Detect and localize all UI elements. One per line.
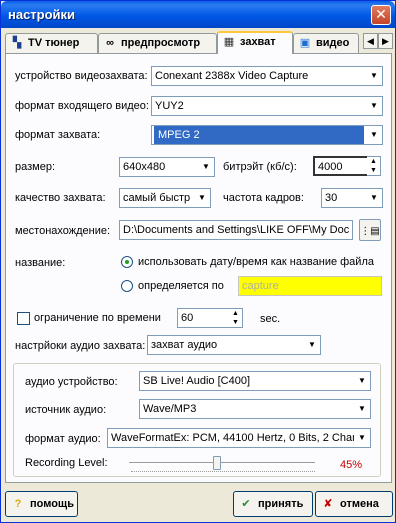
bitrate-stepper[interactable]: ▲ ▼ — [367, 156, 381, 176]
accept-button-label: принять — [258, 498, 304, 510]
tab-strip: ▚ TV тюнер ∞ предпросмотр ▦ захват ▣ видео ◀… — [5, 31, 393, 54]
monitor-icon: ▣ — [299, 37, 311, 49]
name-label: название: — [15, 257, 66, 269]
chevron-down-icon: ▼ — [198, 158, 214, 176]
audio-source-select[interactable]: Wave/MP3 ▼ — [139, 399, 371, 419]
audio-device-label: аудио устройство: — [25, 376, 118, 388]
size-label: размер: — [15, 161, 56, 173]
browse-button[interactable]: ⋮▤ — [359, 219, 381, 241]
cross-icon: ✘ — [323, 498, 333, 510]
title-bar: настройки ✕ — [1, 1, 395, 28]
chevron-down-icon: ▼ — [304, 336, 320, 354]
help-button-label: помощь — [30, 498, 74, 510]
spin-down-icon: ▼ — [370, 167, 377, 174]
name-auto-label: использовать дату/время как название фай… — [138, 256, 374, 268]
tab-preview[interactable]: ∞ предпросмотр — [98, 33, 217, 53]
recording-level-label: Recording Level: — [25, 457, 108, 469]
tab-scroll-left-button[interactable]: ◀ — [363, 33, 378, 49]
tab-scroll: ◀ ▶ — [363, 33, 393, 49]
time-limit-checkbox[interactable] — [17, 312, 30, 325]
chevron-down-icon: ▼ — [366, 189, 382, 207]
check-icon: ✔ — [241, 498, 251, 510]
tab-video[interactable]: ▣ видео — [293, 33, 359, 53]
chevron-down-icon: ▼ — [354, 400, 370, 418]
audio-settings-label: настрйоки аудио захвата: — [15, 340, 146, 352]
cancel-button-label: отмена — [340, 498, 379, 510]
settings-dialog: настройки ✕ ▚ TV тюнер ∞ предпросмотр ▦ зах… — [0, 0, 396, 523]
tab-label: захват — [240, 36, 276, 48]
recording-level-slider[interactable] — [213, 456, 221, 470]
time-limit-unit: sec. — [260, 313, 281, 325]
input-format-select[interactable]: YUY2 ▼ — [151, 96, 383, 116]
spin-up-icon: ▲ — [370, 158, 377, 165]
tab-label: TV тюнер — [28, 37, 80, 49]
name-custom-radio[interactable] — [121, 280, 133, 292]
chevron-down-icon: ▼ — [366, 97, 382, 115]
name-auto-radio[interactable] — [121, 256, 133, 268]
quality-select[interactable]: самый быстр ▼ — [119, 188, 211, 208]
close-button[interactable]: ✕ — [371, 5, 391, 25]
question-icon: ? — [14, 498, 22, 510]
bitrate-input[interactable]: 4000 — [313, 156, 369, 176]
capture-format-select[interactable]: MPEG 2 ▼ — [151, 125, 383, 145]
chevron-down-icon: ▼ — [366, 126, 382, 144]
capture-format-label: формат захвата: — [15, 129, 101, 141]
audio-format-label: формат аудио: — [25, 433, 101, 445]
capture-device-select[interactable]: Conexant 2388x Video Capture ▼ — [151, 66, 383, 86]
recording-level-track — [129, 462, 315, 465]
arrow-left-icon: ◀ — [367, 36, 374, 46]
time-limit-stepper[interactable]: ▲ ▼ — [229, 308, 243, 328]
tab-scroll-right-button[interactable]: ▶ — [378, 33, 393, 49]
capture-device-label: устройство видеозахвата: — [15, 70, 148, 82]
audio-settings-select[interactable]: захват аудио ▼ — [147, 335, 321, 355]
time-limit-label: ограничение по времени — [34, 312, 161, 324]
tab-label: предпросмотр — [121, 37, 201, 49]
glasses-icon: ∞ — [106, 37, 114, 49]
chevron-down-icon: ▼ — [194, 189, 210, 207]
location-input[interactable]: D:\Documents and Settings\LIKE OFF\My Do… — [119, 220, 353, 240]
window-title: настройки — [8, 7, 76, 22]
framerate-label: частота кадров: — [223, 192, 304, 204]
recording-level-ticks — [131, 469, 315, 472]
tab-tv-tuner[interactable]: ▚ TV тюнер — [5, 33, 98, 53]
help-button[interactable]: ? помощь — [5, 491, 78, 517]
bitrate-label: битрэйт (кб/с): — [223, 161, 297, 173]
chevron-down-icon: ▼ — [354, 372, 370, 390]
spin-up-icon: ▲ — [232, 310, 239, 317]
input-format-label: формат входящего видео: — [15, 100, 149, 112]
tab-capture[interactable]: ▦ захват — [217, 31, 293, 54]
location-label: местонахождение: — [15, 225, 111, 237]
tv-tuner-icon: ▚ — [12, 37, 22, 49]
quality-label: качество захвата: — [15, 192, 106, 204]
audio-device-select[interactable]: SB Live! Audio [C400] ▼ — [139, 371, 371, 391]
chevron-down-icon: ▼ — [354, 429, 370, 447]
audio-format-select[interactable]: WaveFormatEx: PCM, 44100 Hertz, 0 Bits, … — [107, 428, 371, 448]
accept-button[interactable]: ✔ принять — [233, 491, 313, 517]
recording-level-value: 45% — [340, 459, 363, 471]
spin-down-icon: ▼ — [232, 319, 239, 326]
framerate-select[interactable]: 30 ▼ — [321, 188, 383, 208]
folder-browse-icon: ⋮▤ — [360, 226, 380, 237]
tab-label: видео — [316, 37, 350, 49]
film-icon: ▦ — [223, 36, 235, 48]
size-select[interactable]: 640x480 ▼ — [119, 157, 215, 177]
cancel-button[interactable]: ✘ отмена — [315, 491, 393, 517]
arrow-right-icon: ▶ — [382, 36, 389, 46]
time-limit-input[interactable]: 60 — [177, 308, 231, 328]
close-icon: ✕ — [375, 6, 387, 22]
custom-name-input[interactable]: capture — [238, 276, 382, 296]
name-custom-label: определяется по — [138, 280, 224, 292]
chevron-down-icon: ▼ — [366, 67, 382, 85]
audio-source-label: источник аудио: — [25, 404, 107, 416]
